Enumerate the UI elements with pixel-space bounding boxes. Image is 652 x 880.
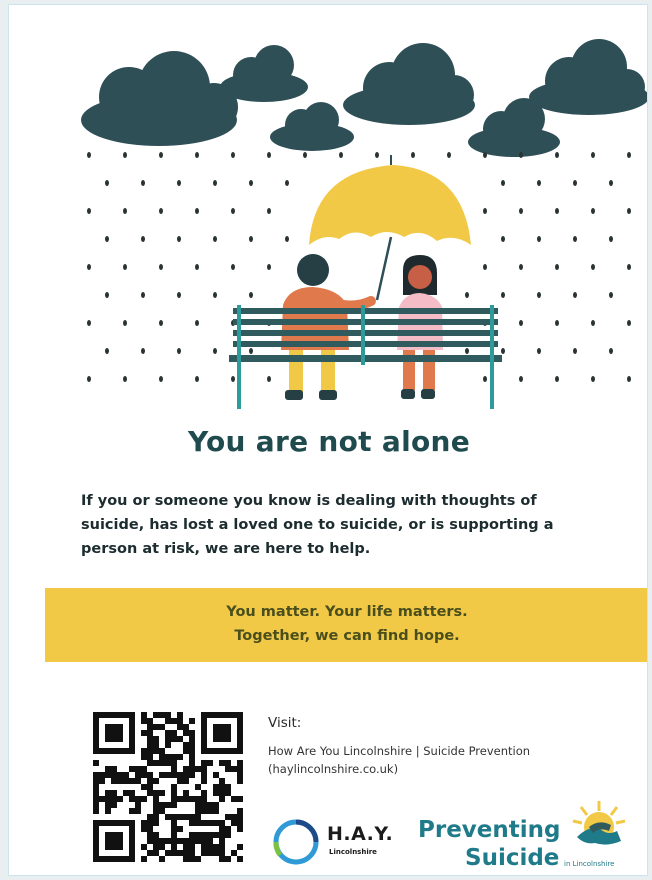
cloud-icon — [343, 43, 475, 125]
visit-label: Visit: — [268, 715, 302, 731]
person-right-icon — [397, 255, 443, 399]
hay-logo-title: H.A.Y. — [327, 823, 394, 845]
banner-line: You matter. Your life matters. — [226, 604, 468, 620]
visit-link-url[interactable]: (haylincolnshire.co.uk) — [268, 762, 398, 776]
cloud-icon — [529, 39, 647, 115]
message-banner: You matter. Your life matters. Together,… — [45, 588, 647, 662]
bench-icon — [229, 305, 502, 409]
sun-hands-logo-icon — [572, 801, 626, 845]
intro-line: person at risk, we are here to help. — [81, 541, 371, 557]
intro-paragraph: If you or someone you know is dealing wi… — [81, 489, 626, 561]
rain-bench-umbrella-illustration — [81, 39, 647, 409]
umbrella-icon — [309, 155, 471, 301]
banner-line: Together, we can find hope. — [234, 628, 460, 644]
hay-logo-subtitle: Lincolnshire — [329, 848, 377, 856]
cloud-icon — [220, 45, 308, 102]
cloud-icon — [270, 102, 354, 151]
person-left-icon — [281, 254, 376, 400]
hay-ring-logo-icon — [273, 819, 319, 865]
headline: You are not alone — [187, 425, 471, 458]
ps-logo-line1: Preventing — [418, 817, 561, 843]
cloud-icon — [81, 51, 238, 146]
intro-line: suicide, has lost a loved one to suicide… — [81, 517, 554, 533]
ps-logo-subtitle: in Lincolnshire — [564, 860, 615, 868]
visit-link[interactable]: How Are You Lincolnshire | Suicide Preve… — [268, 744, 530, 758]
intro-line: If you or someone you know is dealing wi… — [81, 493, 537, 509]
poster: You are not alone If you or someone you … — [8, 4, 648, 876]
ps-logo-line2: Suicide — [465, 845, 560, 871]
qr-code-icon[interactable] — [87, 709, 251, 865]
